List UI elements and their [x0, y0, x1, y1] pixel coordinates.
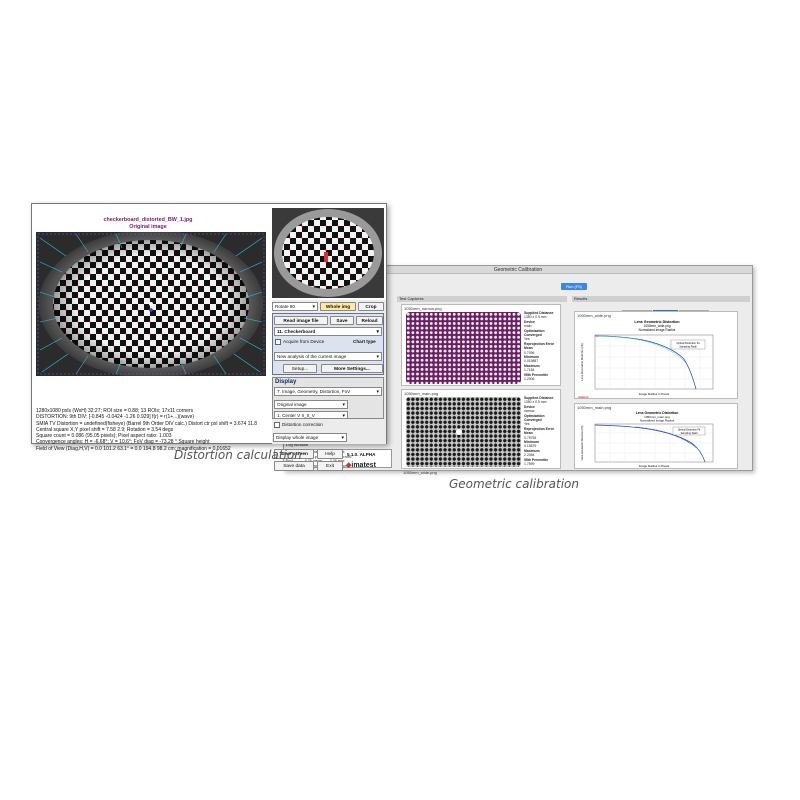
checkbox-label: Distortion correction — [282, 422, 323, 428]
display-select[interactable]: 7. Image, Geometry, Distortion, FoV — [274, 387, 382, 396]
image-subtitle: Original image — [129, 224, 167, 230]
imatest-logo: imatest — [578, 395, 589, 399]
version-label: 5.1.0. ALPHA — [347, 452, 376, 457]
stat-label: Optimization Converged — [524, 413, 545, 423]
rotate-select[interactable]: Rotate 90 — [272, 302, 318, 311]
whole-img-button[interactable]: Whole img — [320, 302, 356, 311]
exit-button[interactable]: Exit — [317, 461, 343, 471]
plot-axis-top: Normalized Image Radius — [640, 419, 675, 423]
run-button[interactable]: Run (F5) — [561, 283, 587, 290]
capture-name: 1050mm_main.png — [404, 391, 439, 396]
distortion-chart: Lens Geometric Distortion 1050mm_wide.pn… — [578, 320, 714, 399]
capture-stats: Supplied Distance 1350 x 0.5 mm Device narr… — [524, 396, 560, 467]
distortion-plot-1: 1050mm_wide.png Lens Geometric Distortio… — [574, 311, 738, 399]
legend-item: Sampling Radii — [681, 432, 698, 435]
display-group: Display 7. Image, Geometry, Distortion, … — [272, 377, 384, 419]
more-settings-button[interactable]: More Settings... — [321, 364, 383, 373]
capture-thumbnail[interactable] — [406, 397, 521, 467]
original-image-select[interactable]: Original image — [274, 400, 348, 409]
distorted-checkerboard-image[interactable] — [36, 232, 266, 376]
distortion-correction-checkbox[interactable]: Distortion correction — [274, 422, 323, 428]
center-select[interactable]: 1. Center V II_II_V — [274, 411, 348, 419]
stat-value: 1.2006 — [524, 377, 535, 382]
help-button[interactable]: Help — [317, 449, 343, 459]
caption-distortion: Distortion calculation — [174, 448, 302, 462]
analysis-select[interactable]: New analysis of the current image — [274, 352, 382, 361]
brand-text: imatest — [351, 462, 376, 469]
image-title: checkerboard_distorted_BW_1.jpg — [103, 217, 193, 223]
reload-button[interactable]: Reload — [356, 316, 383, 325]
checkbox-box[interactable] — [275, 339, 281, 345]
setup-button[interactable]: Setup... — [283, 364, 317, 373]
capture-stats: Supplied Distance 1350 x 0.5 mm Device main… — [524, 311, 560, 382]
chart-type-label: Chart type — [353, 339, 376, 344]
capture-thumbnail[interactable] — [406, 312, 521, 384]
save-button[interactable]: Save — [330, 316, 354, 325]
checkbox-label: Acquire from Device — [283, 339, 325, 345]
results-line: SMIA TV Distortion = undefined(fisheye) … — [36, 420, 258, 427]
distortion-chart: Lens Geometric Distortion 1050mm_main.pn… — [580, 411, 714, 468]
read-image-file-button[interactable]: Read image file — [274, 316, 328, 325]
acquire-from-device-checkbox[interactable]: Acquire from Device — [275, 339, 324, 345]
imatest-logo: ◆imatest — [346, 461, 376, 469]
stat-value: 1.7599 — [524, 462, 535, 467]
distortion-plot-2: 1050mm_main.png Lens Geometric Distortio… — [574, 403, 738, 469]
control-panel: Rotate 90 Whole img Crop Read image file… — [272, 300, 386, 444]
checkbox-box[interactable] — [274, 422, 280, 428]
selection-marker — [324, 252, 328, 262]
x-axis-label: Image Radius in Pixels — [639, 464, 670, 468]
crop-button[interactable]: Crop — [358, 302, 384, 311]
save-data-button[interactable]: Save data — [274, 461, 314, 471]
display-whole-image-select[interactable]: Display whole image — [273, 433, 347, 442]
chart-select[interactable]: 11. Checkerboard — [274, 327, 382, 336]
image-thumbnail[interactable] — [272, 208, 384, 298]
y-axis-label: Lens Geometric Distortion (%) — [580, 343, 584, 381]
capture-panel-2: 1050mm_main.png Supplied Distance 1350 x … — [401, 389, 561, 469]
legend-item: Sampling Radii — [679, 345, 697, 349]
display-header: Display — [275, 379, 297, 385]
capture-name: 1050mm_narrow.png — [404, 306, 442, 311]
stat-label: Optimization Converged — [524, 328, 545, 338]
capture-panel-1: 1050mm_narrow.png Supplied Distance 1350 … — [401, 304, 561, 386]
distortion-calculation-window: checkerboard_distorted_BW_1.jpg Original… — [31, 203, 387, 452]
analysis-results-text: 1280x1080 pxls (WxH) 32:27; ROI size = 0… — [36, 408, 270, 452]
caption-geometric: Geometric calibration — [449, 477, 579, 491]
image-group: Read image file Save Reload 11. Checkerb… — [272, 313, 384, 375]
test-captures-header: Test Captures — [397, 296, 567, 302]
legend-item: Optical Distortion Fit — [676, 341, 700, 345]
x-axis-label: Image Radius in Pixels — [639, 392, 670, 396]
plot-axis-top: Normalized Image Radius — [639, 328, 676, 332]
center-marker — [456, 429, 462, 435]
capture-name: 1050mm_wide.png — [403, 470, 437, 475]
y-axis-label: Lens Geometric Distortion (%) — [580, 426, 584, 461]
